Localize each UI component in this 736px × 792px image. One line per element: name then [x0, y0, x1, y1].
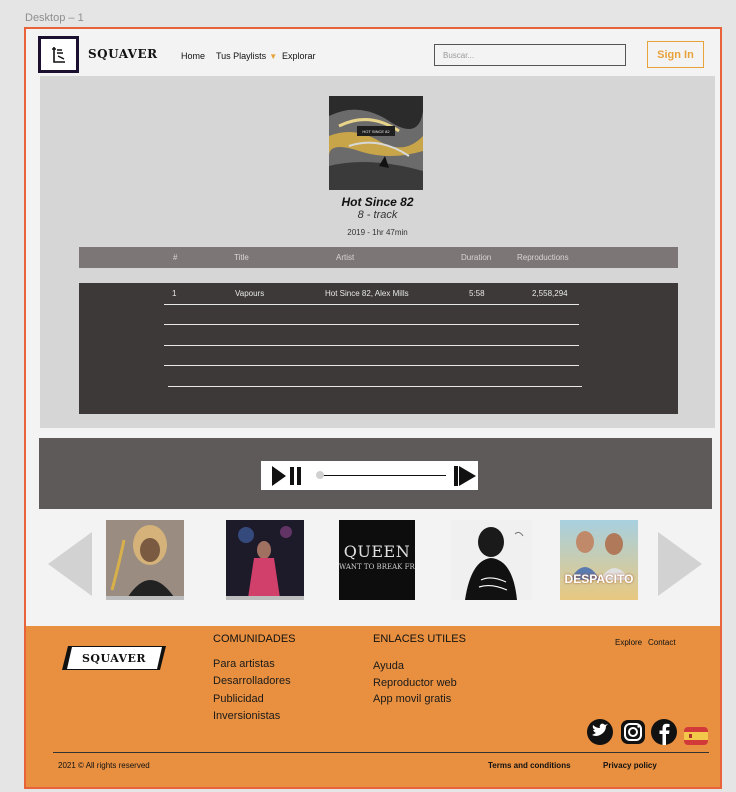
- track-duration: 5:58: [469, 289, 485, 298]
- album-cover-1[interactable]: [106, 520, 184, 600]
- album-meta: 2019 - 1hr 47min: [347, 228, 408, 237]
- frame-label: Desktop – 1: [25, 12, 84, 24]
- tracklist-header: # Title Artist Duration Reproductions: [79, 247, 678, 268]
- play-pause-icon[interactable]: [271, 465, 305, 487]
- track-title: Vapours: [235, 289, 265, 298]
- progress-knob[interactable]: [316, 471, 324, 479]
- row-divider: [164, 324, 579, 325]
- copyright: 2021 © All rights reserved: [58, 761, 150, 770]
- footer-link-app-movil[interactable]: App movil gratis: [373, 693, 451, 705]
- album-cover-2[interactable]: [226, 520, 304, 600]
- column-number: #: [173, 253, 178, 262]
- nav-tus-playlists[interactable]: Tus Playlists ▼: [216, 51, 277, 61]
- brand-name: SQUAVER: [88, 47, 158, 61]
- row-divider: [168, 386, 582, 387]
- footer-link-desarrolladores[interactable]: Desarrolladores: [213, 675, 291, 687]
- track-artist: Hot Since 82, Alex Mills: [325, 289, 409, 298]
- footer-link-reproductor-web[interactable]: Reproductor web: [373, 677, 457, 689]
- footer-brand: SQUAVER: [81, 652, 147, 665]
- tracklist-body: 1 Vapours Hot Since 82, Alex Mills 5:58 …: [79, 283, 678, 414]
- album-cover-2-art: [226, 520, 304, 600]
- logo[interactable]: [38, 36, 79, 73]
- audio-player: [261, 461, 478, 490]
- instagram-icon[interactable]: [620, 719, 646, 745]
- album-cover-despacito-art: [570, 531, 630, 580]
- footer-link-ayuda[interactable]: Ayuda: [373, 660, 404, 672]
- footer-comunidades-heading: COMUNIDADES: [213, 633, 296, 645]
- footer-link-privacy[interactable]: Privacy policy: [603, 761, 657, 770]
- album-cover-queen-subtitle: WANT TO BREAK FRE: [339, 563, 415, 571]
- album-cover-4[interactable]: [451, 520, 532, 600]
- album-subtitle: 8 - track: [357, 209, 398, 221]
- player-panel: [39, 438, 712, 509]
- row-divider: [164, 304, 579, 305]
- nav-explorar[interactable]: Explorar: [282, 51, 316, 61]
- track-number: 1: [172, 289, 177, 298]
- footer-link-terms[interactable]: Terms and conditions: [488, 761, 571, 770]
- footer: SQUAVER COMUNIDADES Para artistas Desarr…: [26, 626, 720, 787]
- column-reproductions: Reproductions: [517, 253, 569, 262]
- sign-in-button[interactable]: Sign In: [647, 41, 704, 68]
- album-cover-text: HOT SINCE 82: [362, 129, 390, 134]
- album-cover-queen[interactable]: QUEEN WANT TO BREAK FRE: [339, 520, 415, 600]
- progress-track[interactable]: [320, 475, 446, 476]
- footer-link-publicidad[interactable]: Publicidad: [213, 693, 264, 705]
- album-cover-1-art: [106, 520, 184, 600]
- search-input[interactable]: [434, 44, 626, 66]
- album-cover-queen-title: QUEEN: [343, 542, 411, 561]
- album-cover-4-art: [451, 520, 532, 600]
- album-panel: HOT SINCE 82 Hot Since 82 8 - track 2019…: [40, 76, 715, 428]
- skip-next-icon[interactable]: [453, 465, 477, 487]
- column-title: Title: [234, 253, 249, 262]
- carousel-prev-arrow-icon[interactable]: [48, 532, 92, 596]
- footer-link-para-artistas[interactable]: Para artistas: [213, 658, 275, 670]
- row-divider: [164, 365, 579, 366]
- footer-logo[interactable]: SQUAVER: [62, 646, 166, 670]
- chevron-down-icon: ▼: [269, 52, 278, 61]
- album-cover-despacito[interactable]: DESPACITO: [560, 520, 638, 600]
- facebook-icon[interactable]: [650, 719, 678, 745]
- footer-link-inversionistas[interactable]: Inversionistas: [213, 710, 280, 722]
- desktop-frame: SQUAVER Home Tus Playlists▼ Explorar Sig…: [24, 27, 722, 789]
- album-title: Hot Since 82: [341, 195, 414, 209]
- nav-tus-playlists-label: Tus Playlists: [216, 51, 267, 61]
- column-duration: Duration: [461, 253, 492, 262]
- logo-icon: [51, 46, 65, 63]
- column-artist: Artist: [336, 253, 355, 262]
- nav-home[interactable]: Home: [181, 51, 205, 61]
- footer-link-explore[interactable]: Explore: [615, 638, 642, 647]
- carousel-next-arrow-icon[interactable]: [658, 532, 702, 596]
- footer-enlaces-heading: ENLACES UTILES: [373, 633, 466, 645]
- album-cover-art: [329, 96, 423, 190]
- row-divider: [164, 345, 579, 346]
- twitter-icon[interactable]: [586, 719, 614, 745]
- spain-flag-icon[interactable]: [684, 723, 708, 749]
- footer-link-contact[interactable]: Contact: [648, 638, 676, 647]
- album-cover: HOT SINCE 82: [329, 96, 423, 190]
- track-plays: 2,558,294: [532, 289, 568, 298]
- footer-divider: [53, 752, 709, 753]
- album-cover-despacito-title: DESPACITO: [564, 572, 634, 586]
